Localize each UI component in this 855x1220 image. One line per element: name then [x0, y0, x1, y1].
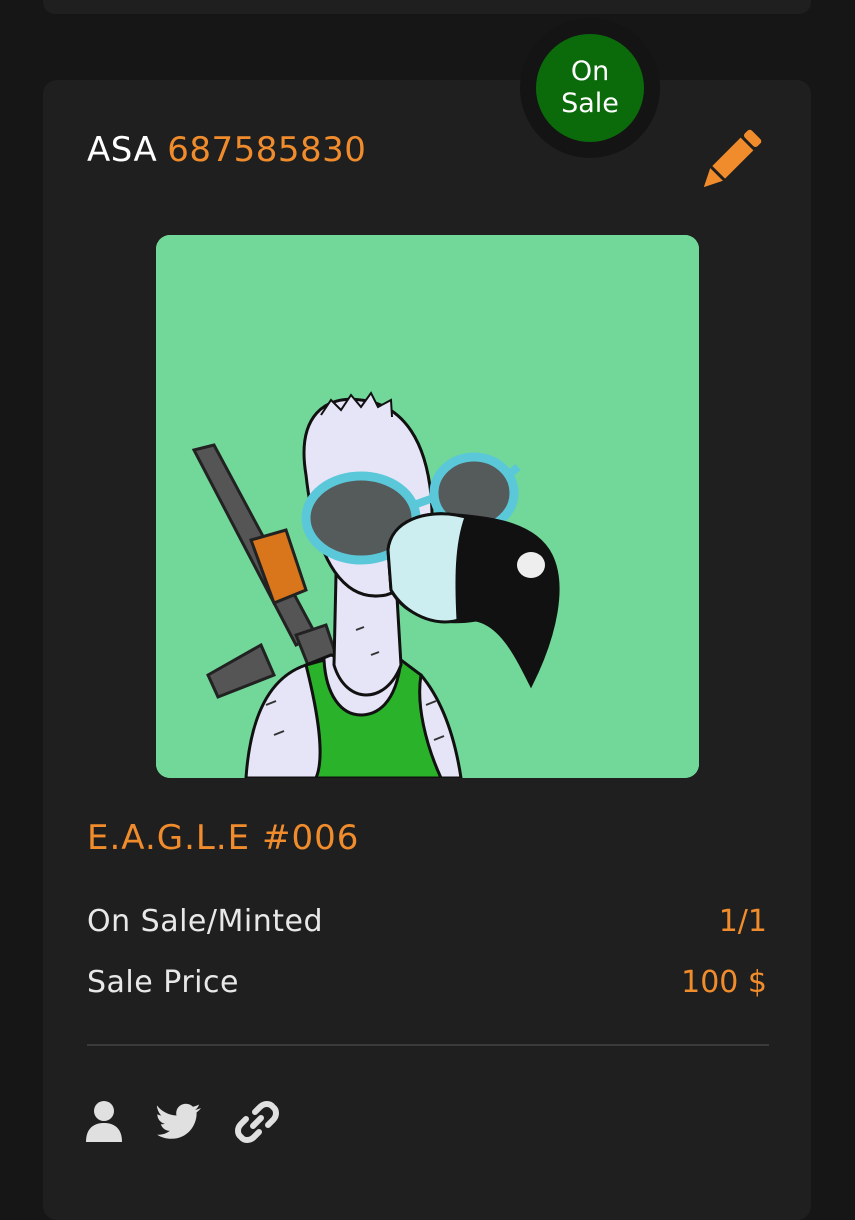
badge-line-2: Sale — [561, 88, 619, 119]
website-link-button[interactable] — [233, 1098, 281, 1146]
previous-card — [43, 0, 811, 14]
divider — [87, 1044, 769, 1046]
eagle-illustration — [156, 235, 699, 778]
edit-button[interactable] — [695, 128, 765, 194]
on-sale-badge: On Sale — [536, 34, 644, 142]
stat-label: Sale Price — [87, 964, 239, 1000]
stat-label: On Sale/Minted — [87, 903, 323, 939]
nft-title[interactable]: E.A.G.L.E #006 — [87, 814, 359, 862]
link-icon — [235, 1101, 279, 1143]
creator-profile-button[interactable] — [82, 1098, 130, 1146]
pencil-icon — [703, 129, 762, 188]
stat-row-on-sale-minted: On Sale/Minted 1/1 — [87, 899, 767, 943]
asa-id: ASA 687585830 — [87, 128, 366, 172]
asa-label: ASA — [87, 130, 158, 170]
stat-value: 1/1 — [718, 903, 767, 939]
badge-line-1: On — [570, 56, 610, 87]
stat-row-sale-price: Sale Price 100 $ — [87, 960, 767, 1004]
nft-image[interactable] — [156, 235, 699, 778]
twitter-button[interactable] — [155, 1098, 203, 1146]
stat-value: 100 $ — [681, 964, 767, 1000]
twitter-icon — [156, 1103, 201, 1139]
user-icon — [86, 1101, 122, 1142]
asa-number[interactable]: 687585830 — [167, 130, 366, 170]
